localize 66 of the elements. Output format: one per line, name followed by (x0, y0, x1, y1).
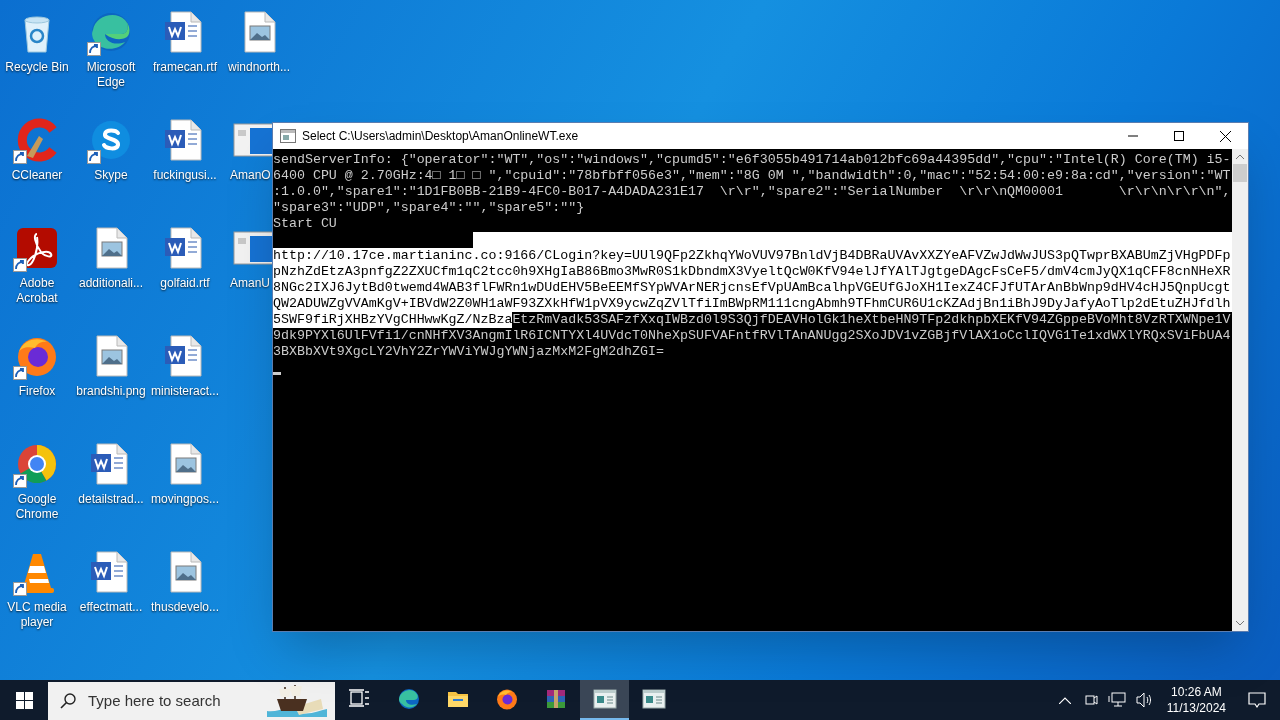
icon-label[interactable]: brandshi.png (74, 384, 148, 399)
icon-label[interactable]: Microsoft Edge (74, 60, 148, 90)
console-text: pNzhZdEtzA3pnfgZ2ZXUCfm1qC2tcc0h9XHgIaB86Bmo3MwR0S1kDbndmX3VyeltQcW0KfV94elJfYAlTJgtgeDAgcFsCeF5/dmV4cmJyQX1qCFF8cnNHeXR (273, 264, 1232, 280)
search-field[interactable]: Type here to search (88, 689, 258, 713)
icon-label[interactable]: ministeract... (148, 384, 222, 399)
icon-label[interactable]: fuckingusi... (148, 168, 222, 183)
console-text: sendServerInfo: {"operator":"WT","os":"windows","cpumd5":"e6f3055b491714ab012bfc69a44395dd","cpu":"Intel(R) Core(TM) i5- (273, 152, 1231, 168)
icon-label[interactable]: CCleaner (0, 168, 74, 183)
network-icon[interactable] (1107, 692, 1126, 708)
scroll-down-icon[interactable] (1236, 621, 1244, 626)
icon-label[interactable]: Google Chrome (0, 492, 74, 522)
camera-icon[interactable] (1083, 692, 1098, 708)
console-text: 5SWF9fiRjXHBzYVgCHHwwKgZ/NzBza (273, 312, 513, 328)
shortcut-arrow-icon (13, 258, 27, 272)
shortcut-arrow-icon (87, 150, 101, 164)
console-text: 8NGc2IXJ6JytBd0twemd4WAB3flFWRn1wDUdEHV5BeEEMfSYpWVArNERjcnsEfVpUAmBcalhpVGEUfGJoXH1IexZ4CFJfUTArAnBbWnp9dHV4cHJ5QnpUcgt (273, 280, 1232, 296)
icon-label[interactable]: effectmatt... (74, 600, 148, 615)
window-title: Select C:\Users\admin\Desktop\AmanOnlineWT.exe (302, 128, 579, 145)
console-text: http://10.17ce.martianinc.co:9166/CLogin?key=UUl9QFp2ZkhqYWoVUV97BnldVjB4DBRaUVAvXXZYeAFVZwJdWwJUS3pQTwprBXABUmZjVHgPDFp (273, 248, 1232, 264)
scroll-thumb[interactable] (1233, 164, 1247, 182)
console-text: 6400 CPU @ 2.70GHz:4□ 1□ □ ","cpuid":"78bfbff056e3","mem":"8G 0M ","bandwidth":0,"mac":"52:54:00:e9:8a:cd","version":"WT (273, 168, 1231, 184)
icon-label[interactable]: windnorth... (222, 60, 296, 75)
icon-label[interactable]: movingpos... (148, 492, 222, 507)
icon-label[interactable]: golfaid.rtf (148, 276, 222, 291)
console-text: 3BXBbXVt9XgcLY2VhY2ZrYWViYWJgYWNjazMxM2FgM2dhZGI= (273, 344, 664, 360)
icon-label[interactable]: AmanO (230, 168, 271, 183)
search-icon (60, 693, 76, 709)
icon-label[interactable]: framecan.rtf (148, 60, 222, 75)
console-text: Start CU (273, 216, 337, 232)
shortcut-arrow-icon (13, 150, 27, 164)
shortcut-arrow-icon (13, 366, 27, 380)
console-text: QW2ADUWZgVVAmKgV+IBVdW2Z0WH1aWF93ZXkHfW1pVX9ycwZqZVlTfiImBWpRM111cngAbmh9TFhmCUR6U1cKZAdjBn1iBhJ9DyJafyAoTlp2dEtuZHJfdlh (273, 296, 1232, 312)
shortcut-arrow-icon (13, 474, 27, 488)
console-window-icon (592, 687, 617, 711)
console-text: :1.0.0","spare1":"1D1FB0BB-21B9-4FC0-B017-A4DADA231E17 \r\r","spare2":"SerialNumber \r\r\nQM00001 \r\r\n\r\r\n", (273, 184, 1231, 200)
icon-label[interactable]: additionali... (74, 276, 148, 291)
windows-logo-icon (15, 691, 33, 709)
icon-label[interactable]: VLC media player (0, 600, 74, 630)
shortcut-arrow-icon (87, 42, 101, 56)
icon-label[interactable]: AmanU (230, 276, 270, 291)
icon-label[interactable]: detailstrad... (74, 492, 148, 507)
firefox-icon (494, 687, 519, 711)
shortcut-arrow-icon (13, 582, 27, 596)
search-bar[interactable]: Type here to search (48, 680, 335, 720)
icon-label[interactable]: Recycle Bin (0, 60, 74, 75)
console-text: "spare3":"UDP","spare4":"","spare5":""} (273, 200, 585, 216)
clock-date[interactable]: 11/13/2024 (1166, 700, 1226, 716)
speaker-icon[interactable] (1135, 692, 1154, 708)
icon-label[interactable]: thusdevelo... (148, 600, 222, 615)
clock-time[interactable]: 10:26 AM (1171, 684, 1222, 700)
taskbar-app-button[interactable] (580, 680, 629, 720)
scrollbar[interactable] (1232, 149, 1248, 631)
console-window-icon (641, 687, 666, 711)
console-text: EtzRmVadk53SAFzfXxqIWBzd0l9S3QjfDEAVHolGk1heXtbeHN9TFp2dkhpbXEKfV94ZGppeBVoMht8VzRTXWNpe1V (512, 312, 1231, 328)
notification-icon[interactable] (1248, 691, 1266, 709)
maximize-icon (1174, 131, 1184, 141)
close-icon (1219, 130, 1231, 142)
console-window-icon (280, 129, 296, 143)
scroll-up-icon[interactable] (1236, 154, 1244, 159)
console-text: 9dk9PYXl6UlFVfi1/cnNHfXV3AngmIlR6ICNTYXl4UVdcT0NheXpSUFVAFntfRVlTAnANUgg2SXoJDV1vZGBjfVlAX1oCclIQVG1Te1xdWXlYRQxSViFbUA4 (273, 328, 1231, 344)
pirate-ship-drawing (265, 683, 329, 719)
icon-label[interactable]: Firefox (0, 384, 74, 399)
chevron-up-icon[interactable] (1058, 696, 1071, 704)
icon-label[interactable]: Adobe Acrobat (0, 276, 74, 306)
edge-icon (396, 687, 421, 711)
icon-label[interactable]: Skype (74, 168, 148, 183)
